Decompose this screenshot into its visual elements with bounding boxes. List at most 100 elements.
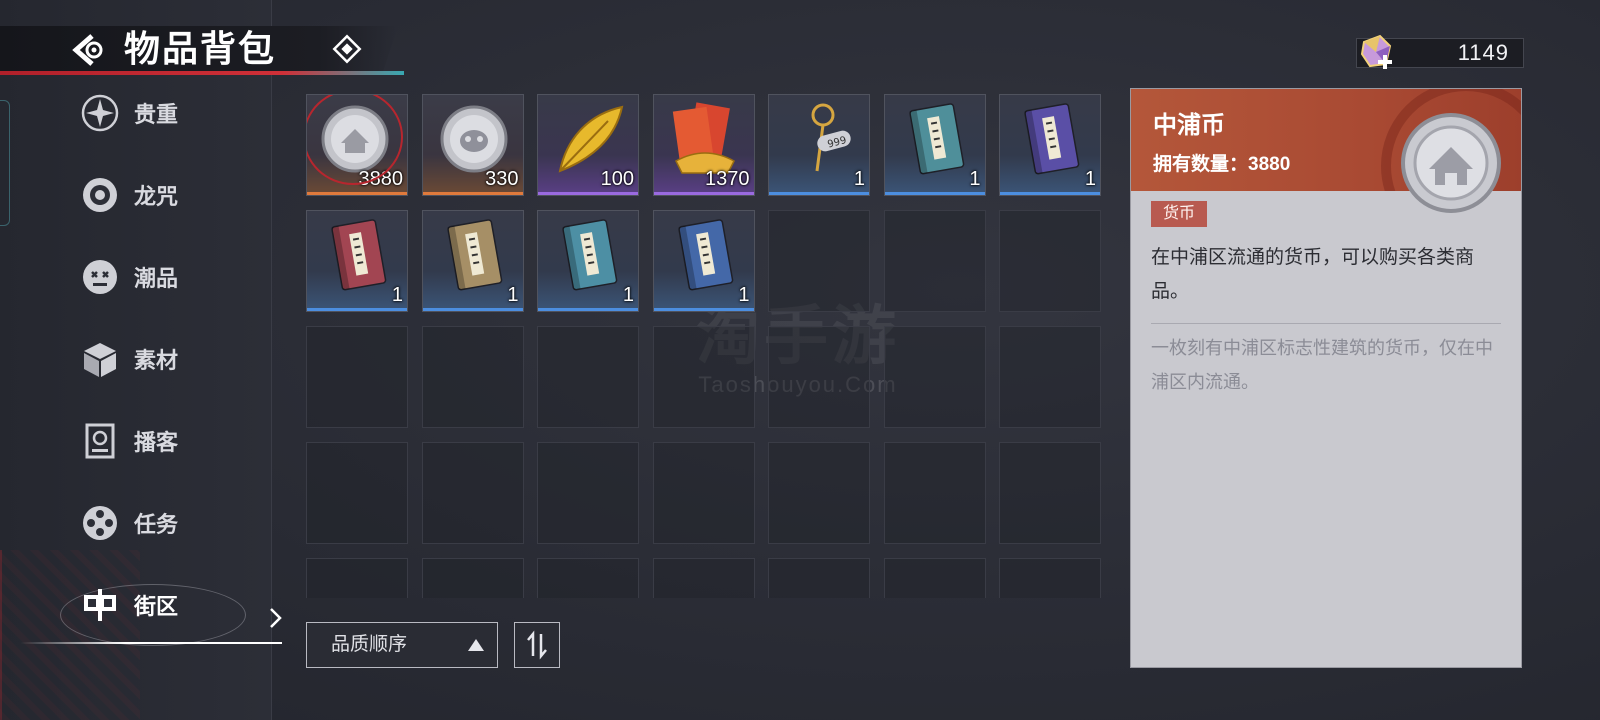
sort-direction-icon (527, 630, 547, 660)
silver-coin-icon (315, 101, 401, 179)
book-teal-icon (893, 101, 979, 179)
page-title: 物品背包 (124, 28, 277, 70)
sidebar-label: 素材 (134, 349, 179, 374)
cube-icon (78, 337, 122, 381)
item-flavor-text: 一枚刻有中浦区标志性建筑的货币，仅在中浦区内流通。 (1151, 338, 1493, 392)
item-count: 1370 (705, 168, 750, 190)
empty-slot (768, 326, 870, 428)
empty-slot (306, 442, 408, 544)
film-reel-icon (78, 501, 122, 545)
item-count: 1 (1084, 168, 1096, 190)
empty-slot (421, 558, 524, 598)
sort-dropdown[interactable]: 品质顺序 (306, 622, 498, 668)
item-count: 100 (600, 168, 634, 190)
empty-slot (652, 558, 755, 598)
back-icon (72, 34, 103, 66)
sparkle-icon (78, 91, 122, 135)
empty-slot (883, 326, 986, 428)
sidebar-item-valuables[interactable]: 贵重 (78, 85, 268, 141)
empty-slot (883, 442, 986, 544)
sort-label: 品质顺序 (331, 634, 408, 655)
sort-order-button[interactable] (514, 622, 560, 668)
item-name: 中浦币 (1153, 110, 1225, 139)
quality-bar (422, 308, 523, 311)
inventory-item[interactable]: 1370 (652, 94, 755, 196)
empty-slot (768, 558, 870, 598)
book-red-icon (315, 217, 401, 295)
sidebar-item-podcast[interactable]: 播客 (78, 413, 268, 469)
back-button[interactable] (68, 30, 108, 70)
sidebar-item-trend[interactable]: 潮品 (78, 249, 268, 305)
item-detail-panel: 中浦币 拥有数量：3880 货币 在中浦区流通的货币，可以购买各类商品。 一枚刻… (1130, 88, 1522, 668)
empty-slot (999, 442, 1101, 544)
quality-bar (538, 308, 638, 311)
quality-bar (653, 192, 754, 195)
sidebar-item-tasks[interactable]: 任务 (78, 495, 268, 551)
inventory-item[interactable]: 3880 (306, 94, 408, 196)
sidebar-item-district[interactable]: 街区 (78, 577, 268, 633)
empty-slot (883, 558, 986, 598)
sidebar-label: 贵重 (134, 103, 179, 128)
empty-slot (768, 210, 870, 312)
speaker-box-icon (78, 419, 122, 463)
inventory-item[interactable]: 999 1 (768, 94, 870, 196)
sidebar-label: 任务 (134, 513, 179, 538)
chevron-right-icon (270, 608, 282, 628)
inventory-item[interactable]: 1 (537, 210, 639, 312)
title-underline (0, 71, 404, 75)
quality-bar (769, 192, 869, 195)
inventory-item[interactable]: 1 (999, 94, 1101, 196)
item-count: 1 (507, 284, 519, 306)
inventory-item[interactable]: 1 (306, 210, 408, 312)
inventory-grid: 3880 330 100 1370 999 1 1 1 1 1 1 1 (306, 94, 1102, 598)
inventory-item[interactable]: 1 (652, 210, 755, 312)
mask-face-icon (78, 255, 122, 299)
add-currency-button[interactable] (1356, 32, 1398, 74)
sidebar-label: 潮品 (134, 267, 179, 292)
sidebar-item-dragon-curse[interactable]: 龙咒 (78, 167, 268, 223)
sidebar-label: 街区 (134, 595, 179, 620)
empty-slot (537, 326, 639, 428)
quality-bar (653, 308, 754, 311)
active-indicator-line (20, 642, 282, 644)
quality-bar (1000, 192, 1100, 195)
silver-coin-icon (1401, 113, 1501, 213)
sidebar-item-materials[interactable]: 素材 (78, 331, 268, 387)
book-blue-icon (662, 217, 748, 295)
book-tan-icon (431, 217, 517, 295)
inventory-item[interactable]: 1 (421, 210, 524, 312)
item-count: 1 (391, 284, 403, 306)
caret-up-icon (468, 639, 484, 651)
crystal-plus-icon (1360, 34, 1392, 69)
book-cyan-icon (546, 217, 632, 295)
empty-slot (768, 442, 870, 544)
key-tag-icon: 999 (777, 101, 863, 179)
empty-slot (652, 326, 755, 428)
item-type-tag: 货币 (1151, 201, 1208, 227)
inventory-item[interactable]: 1 (883, 94, 986, 196)
sidebar-label: 龙咒 (134, 185, 179, 210)
item-count: 1 (622, 284, 634, 306)
district-sign-icon (78, 583, 122, 627)
empty-slot (537, 442, 639, 544)
empty-slot (999, 558, 1101, 598)
quality-bar (307, 308, 407, 311)
quality-bar (884, 192, 985, 195)
item-description: 在中浦区流通的货币，可以购买各类商品。 (1151, 247, 1475, 302)
sidebar-stripe (0, 100, 10, 226)
diamond-info-icon (332, 34, 362, 64)
info-button[interactable] (332, 34, 362, 64)
item-count: 1 (969, 168, 981, 190)
detail-divider (1151, 323, 1501, 324)
item-count: 1 (853, 168, 865, 190)
item-count: 1 (738, 284, 750, 306)
empty-slot (652, 442, 755, 544)
quality-bar (538, 192, 638, 195)
inventory-item[interactable]: 330 (421, 94, 524, 196)
quality-bar (307, 192, 407, 195)
currency-value: 1149 (1457, 40, 1509, 65)
empty-slot (421, 442, 524, 544)
empty-slot (537, 558, 639, 598)
inventory-item[interactable]: 100 (537, 94, 639, 196)
item-count: 330 (485, 168, 519, 190)
